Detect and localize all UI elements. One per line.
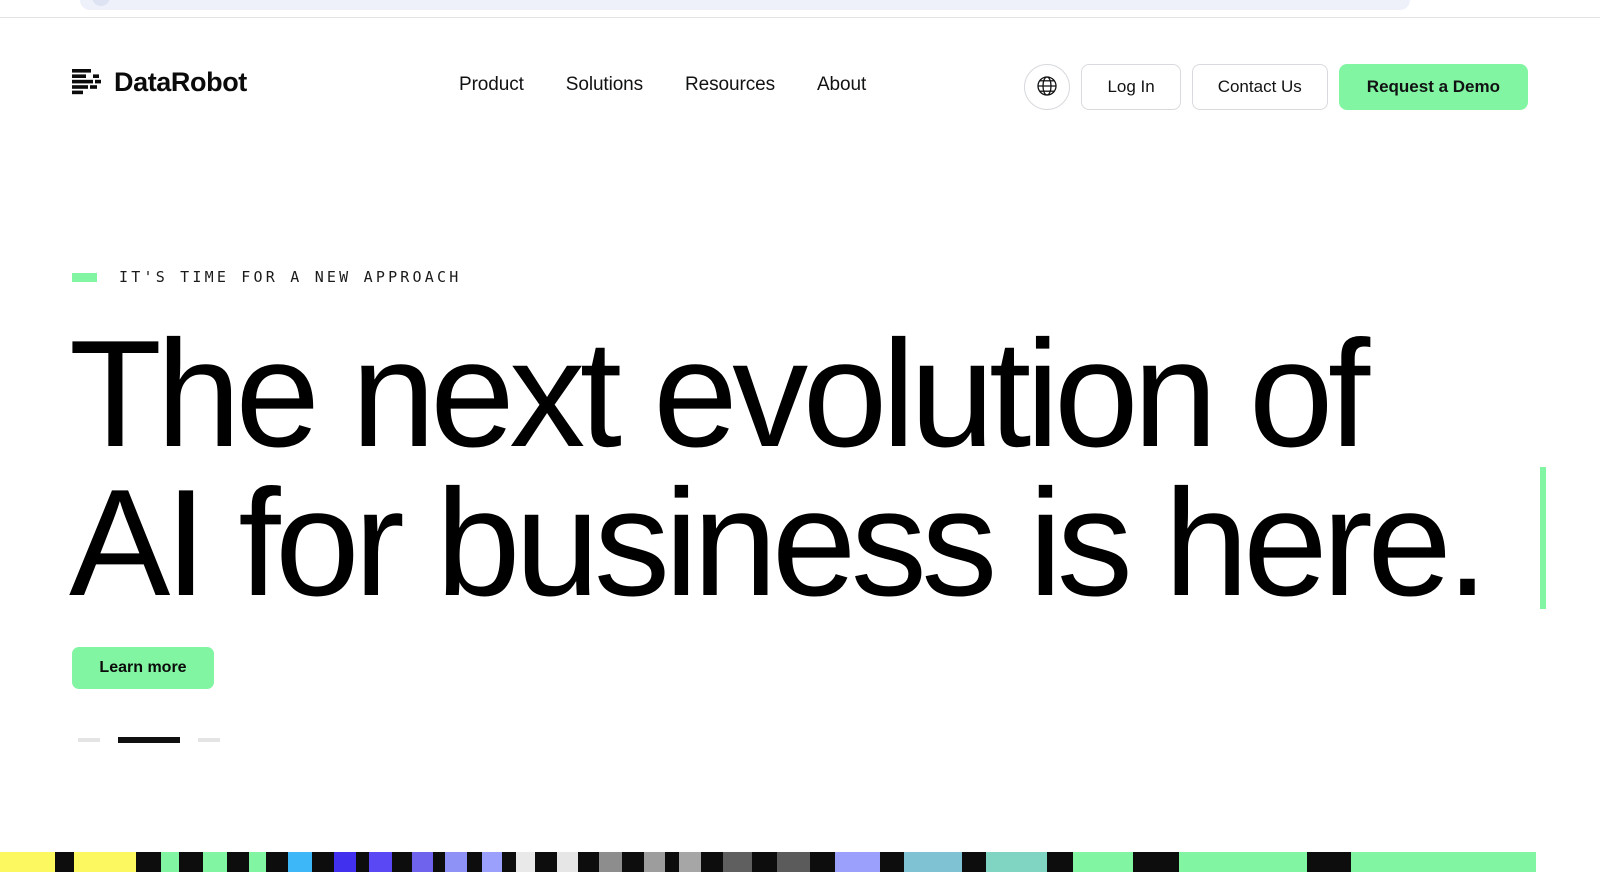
eyebrow-dash-icon xyxy=(72,272,97,282)
hero-eyebrow: IT'S TIME FOR A NEW APPROACH xyxy=(72,268,461,286)
color-strip-block xyxy=(136,852,161,872)
hero-headline: The next evolution of AI for business is… xyxy=(69,309,1489,628)
color-strip-block xyxy=(578,852,599,872)
color-strip-block xyxy=(1047,852,1073,872)
color-strip-block xyxy=(433,852,445,872)
color-strip-block xyxy=(74,852,136,872)
hero-text-caret xyxy=(1540,467,1546,609)
hero-eyebrow-text: IT'S TIME FOR A NEW APPROACH xyxy=(119,268,462,286)
color-strip-block xyxy=(445,852,467,872)
color-strip-block xyxy=(752,852,777,872)
carousel-dot-2[interactable] xyxy=(118,737,180,743)
color-strip-block xyxy=(986,852,1047,872)
bottom-color-strip xyxy=(0,852,1536,872)
color-strip-block xyxy=(227,852,249,872)
color-strip-block xyxy=(288,852,312,872)
learn-more-button[interactable]: Learn more xyxy=(72,647,214,689)
color-strip-block xyxy=(334,852,356,872)
color-strip-block xyxy=(516,852,535,872)
color-strip-block xyxy=(392,852,412,872)
color-strip-block xyxy=(644,852,665,872)
color-strip-block xyxy=(356,852,369,872)
carousel-dot-1[interactable] xyxy=(78,738,100,742)
color-strip-block xyxy=(679,852,701,872)
color-strip-block xyxy=(179,852,203,872)
color-strip-block xyxy=(161,852,179,872)
color-strip-block xyxy=(467,852,482,872)
color-strip-block xyxy=(535,852,557,872)
color-strip-block xyxy=(203,852,227,872)
color-strip-block xyxy=(482,852,502,872)
color-strip-block xyxy=(369,852,392,872)
color-strip-block xyxy=(502,852,516,872)
color-strip-block xyxy=(622,852,644,872)
color-strip-block xyxy=(665,852,679,872)
color-strip-block xyxy=(904,852,962,872)
color-strip-block xyxy=(1133,852,1179,872)
color-strip-block xyxy=(249,852,266,872)
hero-section: IT'S TIME FOR A NEW APPROACH The next ev… xyxy=(0,0,1600,872)
color-strip-block xyxy=(312,852,334,872)
color-strip-block xyxy=(0,852,55,872)
color-strip-block xyxy=(777,852,810,872)
color-strip-block xyxy=(810,852,835,872)
color-strip-block xyxy=(1307,852,1351,872)
color-strip-block xyxy=(412,852,433,872)
color-strip-block xyxy=(835,852,880,872)
color-strip-block xyxy=(1179,852,1307,872)
color-strip-block xyxy=(723,852,752,872)
color-strip-block xyxy=(55,852,74,872)
color-strip-block xyxy=(557,852,578,872)
color-strip-block xyxy=(599,852,622,872)
hero-carousel-pagination xyxy=(78,737,220,743)
color-strip-block xyxy=(266,852,288,872)
color-strip-block xyxy=(1073,852,1133,872)
color-strip-block xyxy=(701,852,723,872)
carousel-dot-3[interactable] xyxy=(198,738,220,742)
color-strip-block xyxy=(880,852,904,872)
color-strip-block xyxy=(1351,852,1536,872)
color-strip-block xyxy=(962,852,986,872)
